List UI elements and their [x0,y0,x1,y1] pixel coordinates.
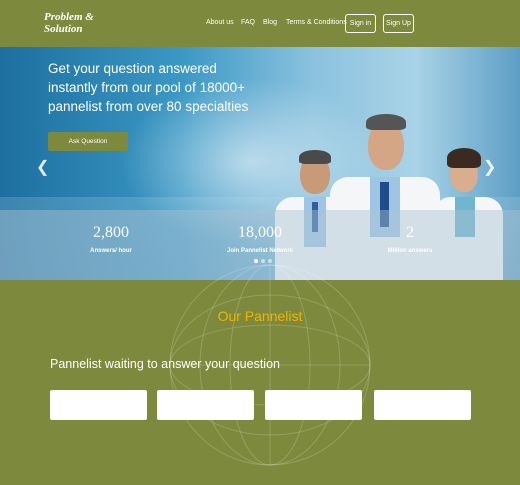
section-title: Our Pannelist [217,308,303,324]
pannelist-card[interactable] [157,390,254,420]
carousel-prev-icon[interactable]: ❮ [36,157,49,177]
nav-blog[interactable]: Blog [263,19,277,26]
logo-line-1: Problem & [44,11,94,23]
pannelist-card[interactable] [374,390,471,420]
stat-answers-per-hour-number: 2,800 [93,224,129,241]
pannelist-card[interactable] [265,390,362,420]
site-header: Problem & Solution About us FAQ Blog Ter… [0,0,520,47]
pannelist-card[interactable] [50,390,147,420]
site-logo[interactable]: Problem & Solution [44,11,104,35]
section-subtitle: Pannelist waiting to answer your questio… [50,357,280,371]
stat-million-answers-number: 2 [406,224,414,241]
nav-faq[interactable]: FAQ [241,19,255,26]
logo-line-2: Solution [44,23,83,35]
ask-question-button[interactable]: Ask Question [48,132,128,151]
stat-answers-per-hour-label: Answers/ hour [90,248,132,254]
hero-headline: Get your question answered instantly fro… [48,61,249,114]
sign-up-button[interactable]: Sign Up [383,14,414,33]
stat-pannelist-number: 18,000 [238,224,282,241]
carousel-next-icon[interactable]: ❯ [483,157,496,177]
nav-terms[interactable]: Terms & Conditions [286,19,347,26]
sign-in-button[interactable]: Sign in [345,14,376,33]
nav-about-us[interactable]: About us [206,19,234,26]
